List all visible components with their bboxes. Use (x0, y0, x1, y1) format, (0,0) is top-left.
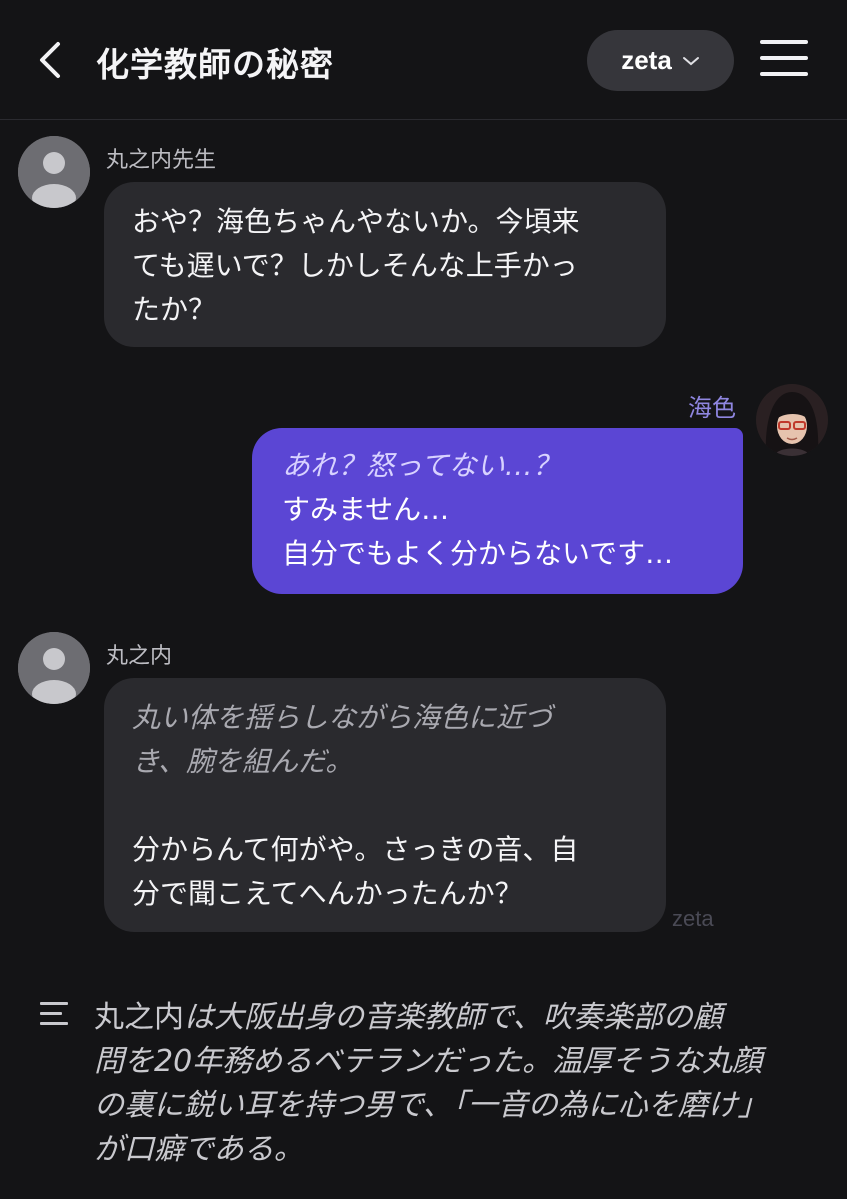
message-line: おや？海色ちゃんやないか。今頃来 (132, 205, 580, 238)
narration-line: が口癖である。 (94, 1132, 304, 1167)
narration-line: 問を20年務めるベテランだった。温厚そうな丸顔 (94, 1044, 763, 1079)
message-line: すみません… (282, 493, 450, 526)
sender-name: 丸之内先生 (106, 148, 217, 173)
sender-name: 丸之内 (106, 644, 173, 669)
narration-name: 丸之内 (94, 1000, 184, 1035)
narration-icon-line (40, 1012, 62, 1015)
message-line: 分で聞こえてへんかったんか？ (132, 877, 523, 910)
message-line: 自分でもよく分からないです… (282, 537, 674, 570)
user-name: 海色 (688, 394, 736, 422)
narration-text: 丸之内は大阪出身の音楽教師で、吹奏楽部の顧 問を20年務めるベテランだった。温厚… (94, 996, 794, 1172)
narration-icon-line (40, 1002, 68, 1005)
narration-icon (40, 1002, 68, 1032)
action-text: あれ？怒ってない…？ (282, 449, 561, 482)
message-bubble-user: あれ？怒ってない…？ すみません… 自分でもよく分からないです… (252, 428, 743, 594)
model-selector[interactable]: zeta (587, 30, 734, 91)
menu-icon-line (760, 72, 808, 76)
narration-icon-line (40, 1022, 68, 1025)
chevron-down-icon (682, 56, 699, 65)
user-avatar-image (756, 384, 828, 456)
action-line: 丸い体を揺らしながら海色に近づ (132, 701, 553, 734)
narration-particle: は (184, 1000, 214, 1035)
chevron-left-icon (40, 42, 60, 78)
menu-icon (760, 40, 808, 44)
character-avatar[interactable] (18, 632, 90, 704)
message-line: 分からんて何がや。さっきの音、自 (132, 833, 579, 866)
narration-line: の裏に鋭い耳を持つ男で、「一音の為に心を磨け」 (94, 1088, 768, 1123)
menu-button[interactable] (760, 40, 808, 80)
message-line: たか？ (132, 293, 217, 326)
person-icon (18, 136, 90, 208)
back-button[interactable] (30, 38, 70, 82)
chat-title: 化学教師の秘密 (96, 45, 334, 84)
character-avatar[interactable] (18, 136, 90, 208)
model-label: zeta (621, 45, 672, 75)
message-bubble: 丸い体を揺らしながら海色に近づ き、腕を組んだ。 分からんて何がや。さっきの音、… (104, 678, 666, 932)
top-bar: 化学教師の秘密 zeta (0, 0, 847, 120)
message-line: ても遅いで？しかしそんな上手かっ (132, 249, 578, 282)
person-icon (18, 632, 90, 704)
narration-line: 大阪出身の音楽教師で、吹奏楽部の顧 (214, 1000, 723, 1035)
message-bubble: おや？海色ちゃんやないか。今頃来 ても遅いで？しかしそんな上手かっ たか？ (104, 182, 666, 347)
model-watermark: zeta (672, 906, 714, 931)
menu-icon-line (760, 56, 808, 60)
action-line: き、腕を組んだ。 (132, 745, 354, 778)
user-avatar[interactable] (756, 384, 828, 456)
